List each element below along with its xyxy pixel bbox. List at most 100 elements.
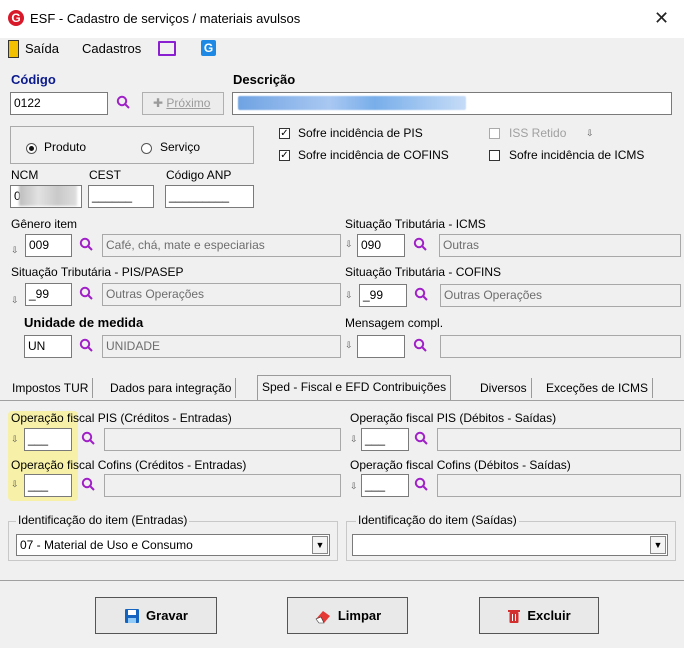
limpar-button[interactable]: Limpar	[287, 597, 408, 634]
search-icon[interactable]	[413, 237, 427, 251]
limpar-label: Limpar	[337, 608, 382, 623]
anp-label: Código ANP	[166, 168, 232, 182]
ident-saidas-label: Identificação do item (Saídas)	[356, 513, 519, 527]
cofins-saidas-label: Operação fiscal Cofins (Débitos - Saídas…	[350, 458, 571, 472]
cofins-saidas-desc-input	[437, 474, 681, 497]
excluir-button[interactable]: Excluir	[479, 597, 599, 634]
search-icon[interactable]	[116, 95, 130, 109]
cofins-entradas-desc-input	[104, 474, 341, 497]
bottom-divider	[0, 580, 684, 581]
proximo-label: Próximo	[166, 96, 211, 110]
search-icon[interactable]	[414, 431, 428, 445]
descricao-input[interactable]	[232, 92, 672, 115]
pis-entradas-code-input[interactable]: ___	[24, 428, 72, 451]
unidade-label: Unidade de medida	[24, 315, 144, 330]
tab-bar: Impostos TUR Dados para integração Sped …	[0, 375, 684, 401]
codigo-input[interactable]: 0122	[10, 92, 108, 115]
monitor-icon[interactable]	[158, 41, 176, 56]
g-app-icon[interactable]: G	[201, 40, 216, 56]
close-icon[interactable]: ✕	[654, 8, 669, 29]
search-icon[interactable]	[79, 237, 93, 251]
sit-pis-code-input[interactable]: _99	[25, 283, 72, 306]
pis-entradas-label: Operação fiscal PIS (Créditos - Entradas…	[11, 411, 232, 425]
cofins-checkbox[interactable]: ✓	[279, 150, 290, 161]
produto-radio[interactable]	[26, 143, 37, 154]
down-arrow-icon: ⇩	[350, 481, 358, 491]
app-logo-icon: G	[8, 10, 24, 26]
servico-radio[interactable]	[141, 143, 152, 154]
mensagem-desc-input	[440, 335, 681, 358]
excluir-label: Excluir	[527, 608, 571, 623]
ident-entradas-label: Identificação do item (Entradas)	[16, 513, 190, 527]
produto-label: Produto	[44, 140, 87, 154]
cofins-saidas-code-input[interactable]: ___	[361, 474, 409, 497]
pis-checkbox[interactable]: ✓	[279, 128, 290, 139]
servico-label: Serviço	[160, 140, 201, 154]
tab-diversos[interactable]: Diversos	[476, 378, 532, 398]
redacted-description	[238, 96, 466, 110]
icms-checkbox[interactable]	[489, 150, 500, 161]
chevron-down-icon[interactable]: ▼	[650, 536, 666, 554]
search-icon[interactable]	[81, 477, 95, 491]
exit-door-icon[interactable]	[8, 40, 19, 58]
genero-label: Gênero item	[11, 217, 78, 231]
pis-saidas-label: Operação fiscal PIS (Débitos - Saídas)	[350, 411, 557, 425]
cofins-entradas-label: Operação fiscal Cofins (Créditos - Entra…	[11, 458, 247, 472]
sit-icms-label: Situação Tributária - ICMS	[345, 217, 486, 231]
tab-sped[interactable]: Sped - Fiscal e EFD Contribuições	[257, 375, 452, 400]
search-icon[interactable]	[413, 338, 427, 352]
cest-label: CEST	[89, 168, 122, 182]
gravar-label: Gravar	[146, 608, 188, 623]
sit-cofins-code-input[interactable]: _99	[359, 284, 407, 307]
window-title: ESF - Cadastro de serviços / materiais a…	[30, 11, 301, 26]
cest-input[interactable]: ______	[88, 185, 154, 208]
pis-saidas-desc-input	[437, 428, 681, 451]
iss-checkbox[interactable]	[489, 128, 500, 139]
tab-impostos-tur[interactable]: Impostos TUR	[8, 378, 94, 398]
chevron-down-icon[interactable]: ▼	[312, 536, 328, 554]
pis-entradas-desc-input	[104, 428, 341, 451]
eraser-icon	[315, 610, 330, 623]
search-icon[interactable]	[79, 338, 93, 352]
down-arrow-icon: ⇩	[345, 290, 353, 300]
cofins-entradas-code-input[interactable]: ___	[24, 474, 72, 497]
down-arrow-icon: ⇩	[11, 479, 19, 489]
unidade-code-input[interactable]: UN	[24, 335, 72, 358]
sit-cofins-label: Situação Tributária - COFINS	[345, 265, 502, 279]
menu-cadastros[interactable]: Cadastros	[82, 41, 141, 56]
down-arrow-icon: ⇩	[11, 245, 19, 255]
down-arrow-icon: ⇩	[345, 239, 353, 249]
down-arrow-icon: ⇩	[345, 340, 353, 350]
unidade-desc-input: UNIDADE	[102, 335, 341, 358]
ident-entradas-value: 07 - Material de Uso e Consumo	[20, 538, 193, 552]
icms-label: Sofre incidência de ICMS	[509, 148, 645, 162]
ident-entradas-select[interactable]: 07 - Material de Uso e Consumo ▼	[16, 534, 330, 556]
menu-saida[interactable]: Saída	[25, 41, 59, 56]
sit-cofins-desc-input: Outras Operações	[440, 284, 681, 307]
search-icon[interactable]	[414, 287, 428, 301]
mensagem-code-input[interactable]	[357, 335, 405, 358]
sit-icms-code-input[interactable]: 090	[357, 234, 405, 257]
genero-code-input[interactable]: 009	[25, 234, 72, 257]
cofins-label: Sofre incidência de COFINS	[298, 148, 449, 162]
ncm-label: NCM	[11, 168, 39, 182]
search-icon[interactable]	[414, 477, 428, 491]
tab-divider	[0, 400, 684, 401]
sit-pis-label: Situação Tributária - PIS/PASEP	[11, 265, 184, 279]
descricao-label: Descrição	[233, 72, 296, 87]
pis-saidas-code-input[interactable]: ___	[361, 428, 409, 451]
tab-dados-integracao[interactable]: Dados para integração	[106, 378, 237, 398]
proximo-button[interactable]: ✚ Próximo	[142, 92, 224, 115]
down-arrow-icon: ⇩	[586, 128, 594, 138]
menu-bar: Saída Cadastros G	[0, 38, 684, 62]
gravar-button[interactable]: Gravar	[95, 597, 217, 634]
plus-icon: ✚	[153, 96, 167, 110]
search-icon[interactable]	[81, 431, 95, 445]
search-icon[interactable]	[79, 286, 93, 300]
anp-input[interactable]: _________	[165, 185, 254, 208]
ident-saidas-select[interactable]: ▼	[352, 534, 668, 556]
tab-excecoes-icms[interactable]: Exceções de ICMS	[542, 378, 654, 398]
pis-label: Sofre incidência de PIS	[298, 126, 423, 140]
ncm-input[interactable]: 0	[10, 185, 82, 208]
sit-pis-desc-input: Outras Operações	[102, 283, 341, 306]
